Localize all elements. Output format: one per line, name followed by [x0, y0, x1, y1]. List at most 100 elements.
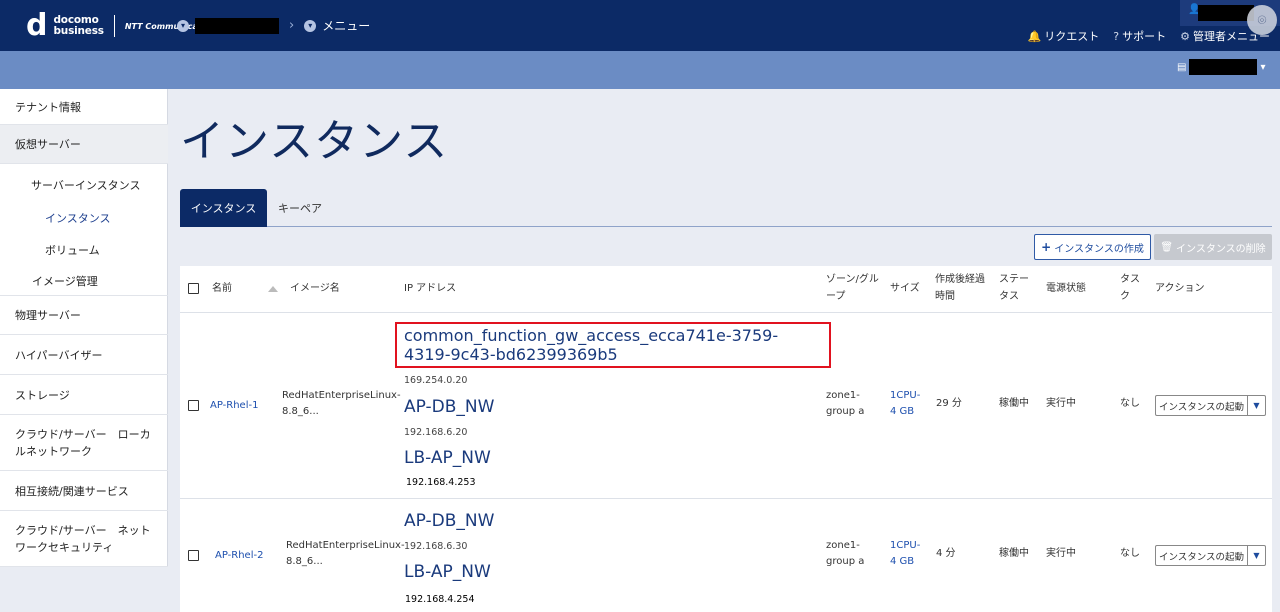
column-header-image[interactable]: イメージ名 — [290, 280, 340, 297]
network-name: AP-DB_NW — [404, 397, 495, 417]
redacted-username — [1198, 5, 1254, 21]
sidebar-item-label: ハイパーバイザー — [15, 348, 103, 362]
row-checkbox[interactable] — [188, 400, 199, 411]
column-header-elapsed[interactable]: 作成後経過時間 — [935, 271, 985, 305]
network-name: LB-AP_NW — [404, 562, 491, 582]
server-icon: ▤ — [1177, 61, 1187, 73]
help-icon: ? — [1113, 30, 1120, 43]
task-text: なし — [1120, 398, 1140, 409]
request-link[interactable]: 🔔 リクエスト — [1028, 28, 1100, 44]
sidebar-item-physical-server[interactable]: 物理サーバー — [0, 295, 168, 335]
bell-icon: 🔔 — [1027, 30, 1042, 43]
sidebar-item-label: クラウド/サーバー ネットワークセキュリティ — [15, 523, 151, 554]
sidebar-item-volume[interactable]: ボリューム — [45, 242, 100, 258]
row-checkbox[interactable] — [188, 550, 199, 561]
breadcrumb-menu[interactable]: メニュー — [322, 17, 370, 34]
select-all-checkbox[interactable] — [188, 283, 199, 294]
caret-down-icon[interactable]: ▼ — [1248, 395, 1266, 416]
delete-instance-label: インスタンスの削除 — [1176, 243, 1266, 255]
redacted-tenant-name[interactable] — [195, 17, 279, 34]
tab-instance[interactable]: インスタンス — [180, 189, 267, 227]
column-header-status[interactable]: ステータス — [999, 271, 1029, 305]
instance-name-link[interactable]: AP-Rhel-2 — [215, 548, 263, 564]
column-header-task[interactable]: タスク — [1120, 271, 1140, 305]
instance-name-link[interactable]: AP-Rhel-1 — [210, 398, 258, 414]
trash-icon: 🗑 — [1160, 241, 1174, 253]
sidebar: テナント情報 仮想サーバー サーバーインスタンス インスタンス ボリューム イメ… — [0, 89, 168, 612]
sort-asc-icon[interactable] — [268, 286, 278, 292]
region-selector[interactable]: ▤ ▾ — [1177, 59, 1265, 75]
tab-keypair[interactable]: キーペア — [267, 189, 333, 227]
sidebar-item-label: テナント情報 — [15, 100, 81, 114]
chevron-down-icon[interactable]: ▾ — [304, 19, 317, 32]
sidebar-item-label: ストレージ — [15, 388, 70, 402]
row-divider — [180, 498, 1272, 499]
admin-menu-link[interactable]: ⚙ 管理者メニュー — [1180, 28, 1270, 44]
sub-header-band: ▤ ▾ — [0, 51, 1280, 89]
logo-d-mark: d — [26, 8, 48, 43]
sidebar-footer-space — [0, 567, 168, 612]
sidebar-item-image-management[interactable]: イメージ管理 — [32, 273, 98, 289]
sidebar-item-cloud-local-network[interactable]: クラウド/サーバー ローカルネットワーク — [0, 415, 168, 471]
chevron-down-icon[interactable]: ▾ — [177, 19, 189, 32]
create-instance-button[interactable]: + インスタンスの作成 — [1034, 234, 1151, 260]
sidebar-item-hypervisor[interactable]: ハイパーバイザー — [0, 335, 168, 375]
status-text: 稼働中 — [999, 398, 1029, 409]
logo-business: business — [53, 25, 104, 37]
sidebar-item-label: 相互接続/関連サービス — [15, 484, 129, 498]
zone-group: zone1-group a — [826, 390, 865, 417]
sidebar-item-virtual-server[interactable]: 仮想サーバー — [0, 125, 168, 164]
power-state: 実行中 — [1046, 548, 1076, 559]
column-header-zone[interactable]: ゾーン/グループ — [826, 271, 884, 305]
page-title: インスタンス — [180, 116, 449, 167]
column-header-ip[interactable]: IP アドレス — [404, 280, 456, 297]
column-header-name[interactable]: 名前 — [212, 280, 232, 297]
size-link[interactable]: 1CPU-4 GB — [890, 388, 926, 420]
support-link[interactable]: ? サポート — [1113, 28, 1166, 44]
breadcrumb: ▾ › ▾ メニュー — [177, 17, 370, 34]
ip-address: 192.168.6.30 — [404, 541, 468, 552]
header-links: 🔔 リクエスト ? サポート ⚙ 管理者メニュー — [1028, 28, 1270, 44]
chevron-right-icon: › — [289, 18, 295, 33]
plus-icon: + — [1041, 240, 1052, 254]
ip-address: 192.168.6.20 — [404, 427, 468, 438]
sidebar-item-interconnect[interactable]: 相互接続/関連サービス — [0, 471, 168, 511]
header-divider — [180, 312, 1272, 313]
sidebar-item-cloud-network-security[interactable]: クラウド/サーバー ネットワークセキュリティ — [0, 511, 168, 567]
column-header-action: アクション — [1155, 283, 1205, 294]
sidebar-item-instance[interactable]: インスタンス — [45, 210, 111, 226]
image-name: RedHatEnterpriseLinux-8.8_6... — [286, 540, 405, 567]
action-split-button: インスタンスの起動 ▼ — [1155, 395, 1266, 416]
logo-text: docomo business — [53, 15, 104, 37]
sidebar-item-label: 仮想サーバー — [15, 138, 81, 151]
redacted-region — [1189, 59, 1258, 75]
logo-divider — [113, 15, 115, 37]
caret-down-icon[interactable]: ▼ — [1248, 545, 1266, 566]
task-text: なし — [1120, 548, 1140, 559]
gear-icon: ⚙ — [1180, 30, 1190, 43]
ip-address: 169.254.0.20 — [404, 375, 468, 386]
elapsed-time: 4 分 — [936, 548, 956, 559]
start-instance-button[interactable]: インスタンスの起動 — [1155, 395, 1248, 416]
status-text: 稼働中 — [999, 548, 1029, 559]
size-link[interactable]: 1CPU-4 GB — [890, 538, 926, 570]
start-instance-button[interactable]: インスタンスの起動 — [1155, 545, 1248, 566]
ip-address: 192.168.4.254 — [405, 594, 475, 605]
delete-instance-button[interactable]: 🗑 インスタンスの削除 — [1154, 234, 1272, 260]
create-instance-label: インスタンスの作成 — [1054, 243, 1144, 255]
action-split-button: インスタンスの起動 ▼ — [1155, 545, 1266, 566]
network-name: LB-AP_NW — [404, 448, 491, 468]
column-header-size[interactable]: サイズ — [890, 280, 920, 297]
tab-bar: インスタンス キーペア — [180, 189, 1272, 227]
zone-group: zone1-group a — [826, 540, 865, 567]
top-navbar: d docomo business NTT Communications ▾ ›… — [0, 0, 1280, 51]
admin-menu-label: 管理者メニュー — [1193, 30, 1270, 43]
sidebar-item-label: クラウド/サーバー ローカルネットワーク — [15, 427, 151, 458]
caret-down-icon: ▾ — [1260, 61, 1266, 73]
image-name: RedHatEnterpriseLinux-8.8_6... — [282, 390, 401, 417]
sidebar-item-server-instance[interactable]: サーバーインスタンス — [31, 177, 140, 193]
support-label: サポート — [1122, 30, 1167, 43]
column-header-power[interactable]: 電源状態 — [1046, 280, 1086, 297]
sidebar-item-tenant-info[interactable]: テナント情報 — [0, 89, 168, 125]
sidebar-item-storage[interactable]: ストレージ — [0, 375, 168, 415]
